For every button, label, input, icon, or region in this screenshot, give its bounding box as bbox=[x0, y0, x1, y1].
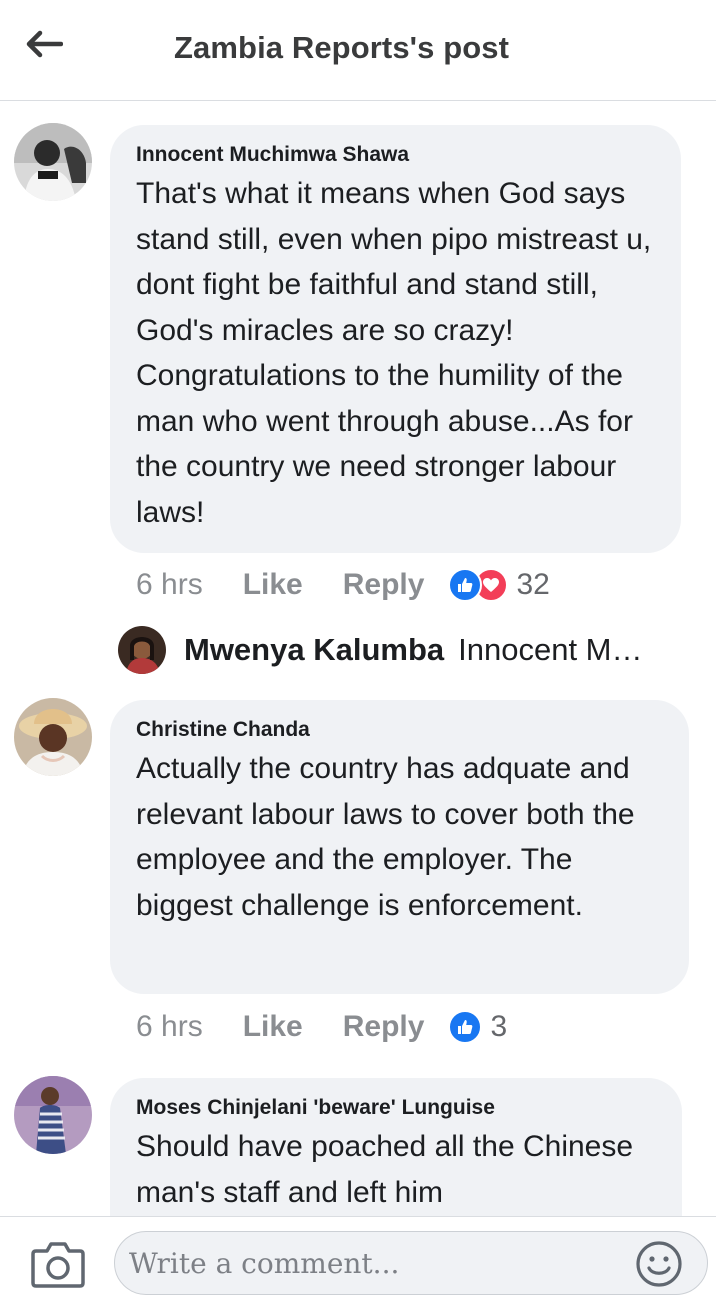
back-arrow-icon bbox=[26, 30, 63, 58]
comment-composer bbox=[0, 1216, 716, 1312]
emoji-button[interactable] bbox=[634, 1239, 684, 1289]
reply-author: Mwenya Kalumba bbox=[184, 632, 445, 667]
avatar[interactable] bbox=[14, 123, 92, 201]
comment-input[interactable] bbox=[114, 1231, 708, 1295]
comment-text: Actually the country has adquate and rel… bbox=[136, 752, 635, 922]
reaction-summary[interactable]: 3 bbox=[448, 1010, 507, 1044]
page-title: Zambia Reports's post bbox=[174, 30, 510, 65]
comment-author[interactable]: Moses Chinjelani 'beware' Lunguise bbox=[136, 1096, 662, 1120]
reaction-count: 3 bbox=[490, 1010, 508, 1043]
avatar[interactable] bbox=[14, 698, 92, 776]
comment-bubble: Christine Chanda Actually the country ha… bbox=[110, 700, 689, 994]
camera-icon bbox=[31, 1242, 85, 1288]
comment-actions: 6 hrs Like Reply 3 bbox=[136, 1010, 507, 1044]
reply-avatar bbox=[118, 626, 166, 674]
reply-snippet: Innocent M… bbox=[458, 632, 643, 667]
top-bar: Zambia Reports's post bbox=[0, 0, 716, 101]
reaction-summary[interactable]: 32 bbox=[448, 568, 550, 602]
like-icon bbox=[448, 568, 483, 602]
reaction-count: 32 bbox=[516, 568, 550, 601]
comment-bubble: Innocent Muchimwa Shawa That's what it m… bbox=[110, 125, 681, 553]
back-button[interactable] bbox=[18, 22, 70, 66]
comment-text: That's what it means when God says stand… bbox=[136, 177, 652, 529]
comment-time: 6 hrs bbox=[136, 568, 203, 601]
comment-actions: 6 hrs Like Reply 32 bbox=[136, 568, 550, 602]
comment-author[interactable]: Innocent Muchimwa Shawa bbox=[136, 143, 661, 167]
smiley-icon bbox=[636, 1241, 682, 1287]
comment-time: 6 hrs bbox=[136, 1010, 203, 1043]
camera-button[interactable] bbox=[30, 1239, 86, 1289]
reply-button[interactable]: Reply bbox=[343, 568, 425, 602]
reply-preview[interactable]: Mwenya Kalumba Innocent M… bbox=[118, 626, 643, 674]
like-icon bbox=[448, 1010, 483, 1044]
comment-author[interactable]: Christine Chanda bbox=[136, 718, 669, 742]
like-button[interactable]: Like bbox=[243, 568, 303, 602]
post-comments-screen: Zambia Reports's post Innocent Muchimwa … bbox=[0, 0, 716, 1312]
like-button[interactable]: Like bbox=[243, 1010, 303, 1044]
comment-text: Should have poached all the Chinese man'… bbox=[136, 1130, 634, 1209]
reply-button[interactable]: Reply bbox=[343, 1010, 425, 1044]
avatar[interactable] bbox=[14, 1076, 92, 1154]
